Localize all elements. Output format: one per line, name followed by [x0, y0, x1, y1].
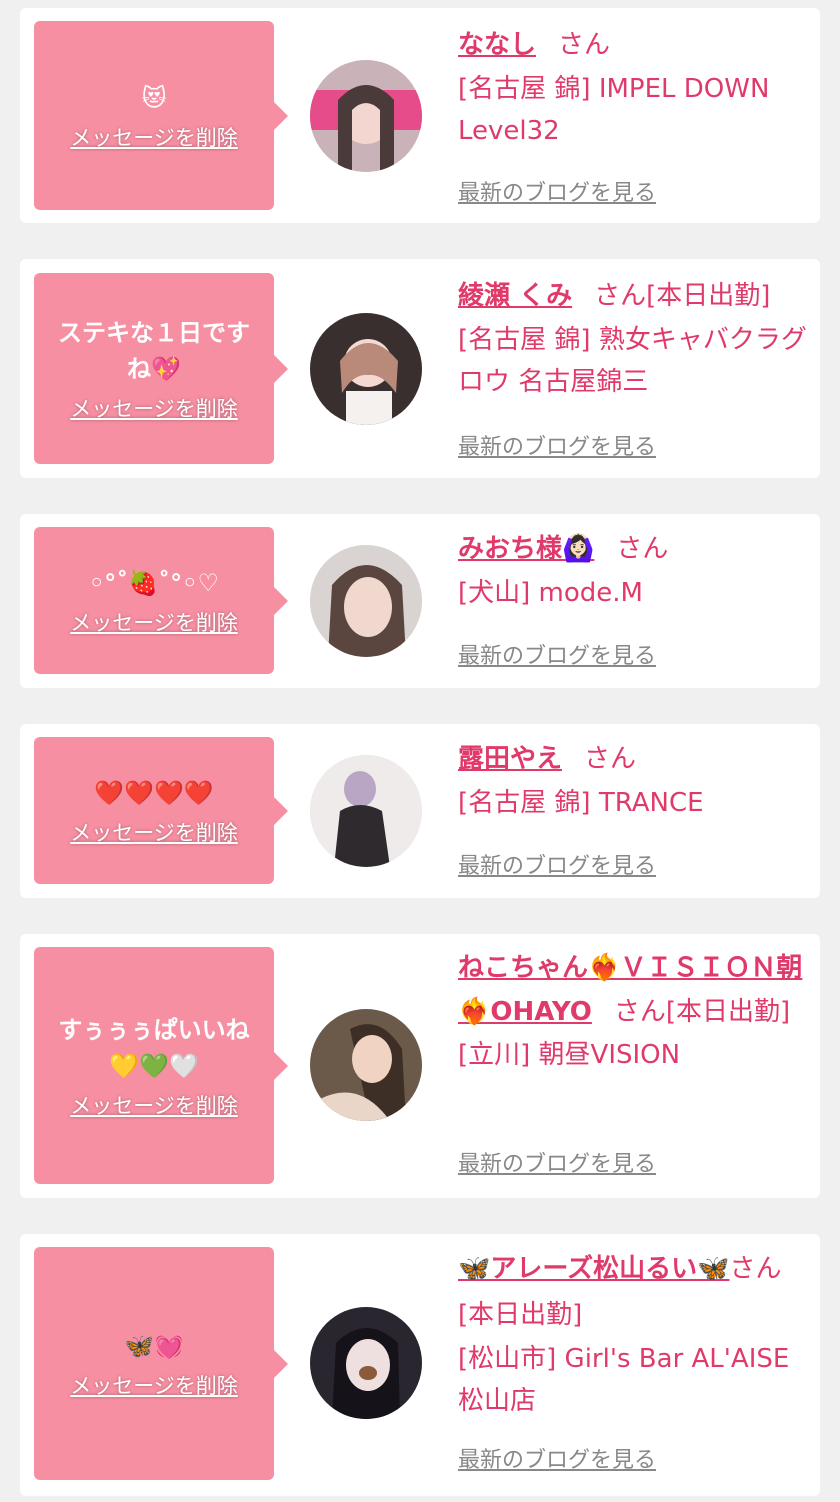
sender-suffix: さん[本日出勤] [613, 997, 791, 1027]
sender-info: ねこちゃん❤️‍🔥ＶＩＳＩＯＮ朝❤️‍🔥OHAYO さん[本日出勤] [立川] 朝… [458, 946, 808, 1076]
avatar-photo-icon [310, 1307, 422, 1419]
message-text: ステキな１日です ね💖 [58, 318, 250, 383]
message-card: ◦°˚🍓˚°◦♡ メッセージを削除 みおち様🙆🏻‍♀️ さん [犬山] mode.… [20, 514, 820, 688]
delete-message-link[interactable]: メッセージを削除 [70, 817, 238, 847]
message-card: ❤️❤️❤️❤️ メッセージを削除 露田やえ さん [名古屋 錦] TRANCE … [20, 724, 820, 898]
sender-info: 露田やえ さん [名古屋 錦] TRANCE [458, 736, 808, 824]
sender-info: 綾瀬 くみ さん[本日出勤] [名古屋 錦] 熟女キャバクラグロウ 名古屋錦三 [458, 273, 808, 403]
shop-name: [犬山] mode.M [458, 578, 643, 608]
shop-name: [松山市] Girl's Bar AL'AISE 松山店 [458, 1344, 790, 1416]
sender-info: ななし さん [名古屋 錦] IMPEL DOWN Level32 [458, 22, 808, 152]
message-bubble: すぅぅぅぱいいね 💛💚🤍 メッセージを削除 [34, 947, 288, 1184]
avatar-photo-icon [310, 60, 422, 172]
shop-name: [立川] 朝昼VISION [458, 1040, 681, 1070]
delete-message-link[interactable]: メッセージを削除 [70, 607, 238, 637]
message-bubble: ❤️❤️❤️❤️ メッセージを削除 [34, 737, 288, 884]
sender-name-link[interactable]: 綾瀬 くみ [458, 281, 572, 311]
message-text: 🦋💓 [124, 1331, 184, 1360]
sender-suffix: さん [584, 744, 637, 774]
delete-message-link[interactable]: メッセージを削除 [70, 122, 238, 152]
avatar[interactable] [310, 1009, 422, 1121]
avatar[interactable] [310, 755, 422, 867]
sender-suffix: さん [558, 30, 611, 60]
avatar[interactable] [310, 1307, 422, 1419]
message-bubble: 🦋💓 メッセージを削除 [34, 1247, 288, 1480]
message-card: 🦋💓 メッセージを削除 🦋アレーズ松山るい🦋さん[本日出勤] [松山市] Gir… [20, 1234, 820, 1496]
message-card: 😻 メッセージを削除 ななし さん [名古屋 錦] IMPEL DOWN Leve… [20, 8, 820, 223]
message-bubble: ◦°˚🍓˚°◦♡ メッセージを削除 [34, 527, 288, 674]
latest-blog-link[interactable]: 最新のブログを見る [458, 175, 656, 207]
avatar-photo-icon [310, 313, 422, 425]
avatar[interactable] [310, 60, 422, 172]
sender-info: 🦋アレーズ松山るい🦋さん[本日出勤] [松山市] Girl's Bar AL'A… [458, 1246, 808, 1422]
latest-blog-link[interactable]: 最新のブログを見る [458, 1146, 656, 1178]
message-bubble: ステキな１日です ね💖 メッセージを削除 [34, 273, 288, 464]
message-text: すぅぅぅぱいいね 💛💚🤍 [58, 1015, 250, 1080]
latest-blog-link[interactable]: 最新のブログを見る [458, 1442, 656, 1474]
message-text: ❤️❤️❤️❤️ [94, 778, 214, 807]
avatar[interactable] [310, 313, 422, 425]
avatar[interactable] [310, 545, 422, 657]
shop-name: [名古屋 錦] TRANCE [458, 788, 704, 818]
sender-name-link[interactable]: 露田やえ [458, 744, 562, 774]
latest-blog-link[interactable]: 最新のブログを見る [458, 638, 656, 670]
avatar-photo-icon [310, 1009, 422, 1121]
sender-info: みおち様🙆🏻‍♀️ さん [犬山] mode.M [458, 526, 808, 614]
delete-message-link[interactable]: メッセージを削除 [70, 393, 238, 423]
shop-name: [名古屋 錦] IMPEL DOWN Level32 [458, 74, 770, 146]
delete-message-link[interactable]: メッセージを削除 [70, 1370, 238, 1400]
message-bubble: 😻 メッセージを削除 [34, 21, 288, 210]
message-card: ステキな１日です ね💖 メッセージを削除 綾瀬 くみ さん[本日出勤] [名古屋 … [20, 259, 820, 478]
sender-name-link[interactable]: 🦋アレーズ松山るい🦋 [458, 1254, 729, 1284]
message-text: 😻 [141, 83, 167, 112]
sender-name-link[interactable]: みおち様🙆🏻‍♀️ [458, 534, 594, 564]
latest-blog-link[interactable]: 最新のブログを見る [458, 429, 656, 461]
sender-suffix: さん[本日出勤] [594, 281, 771, 311]
message-card: すぅぅぅぱいいね 💛💚🤍 メッセージを削除 ねこちゃん❤️‍🔥ＶＩＳＩＯＮ朝❤️… [20, 934, 820, 1198]
avatar-photo-icon [310, 755, 422, 867]
delete-message-link[interactable]: メッセージを削除 [70, 1090, 238, 1120]
sender-name-link[interactable]: ななし [458, 30, 536, 60]
message-list: 😻 メッセージを削除 ななし さん [名古屋 錦] IMPEL DOWN Leve… [0, 0, 840, 1502]
message-text: ◦°˚🍓˚°◦♡ [88, 568, 220, 597]
sender-suffix: さん [616, 534, 669, 564]
latest-blog-link[interactable]: 最新のブログを見る [458, 848, 656, 880]
avatar-photo-icon [310, 545, 422, 657]
shop-name: [名古屋 錦] 熟女キャバクラグロウ 名古屋錦三 [458, 325, 807, 397]
